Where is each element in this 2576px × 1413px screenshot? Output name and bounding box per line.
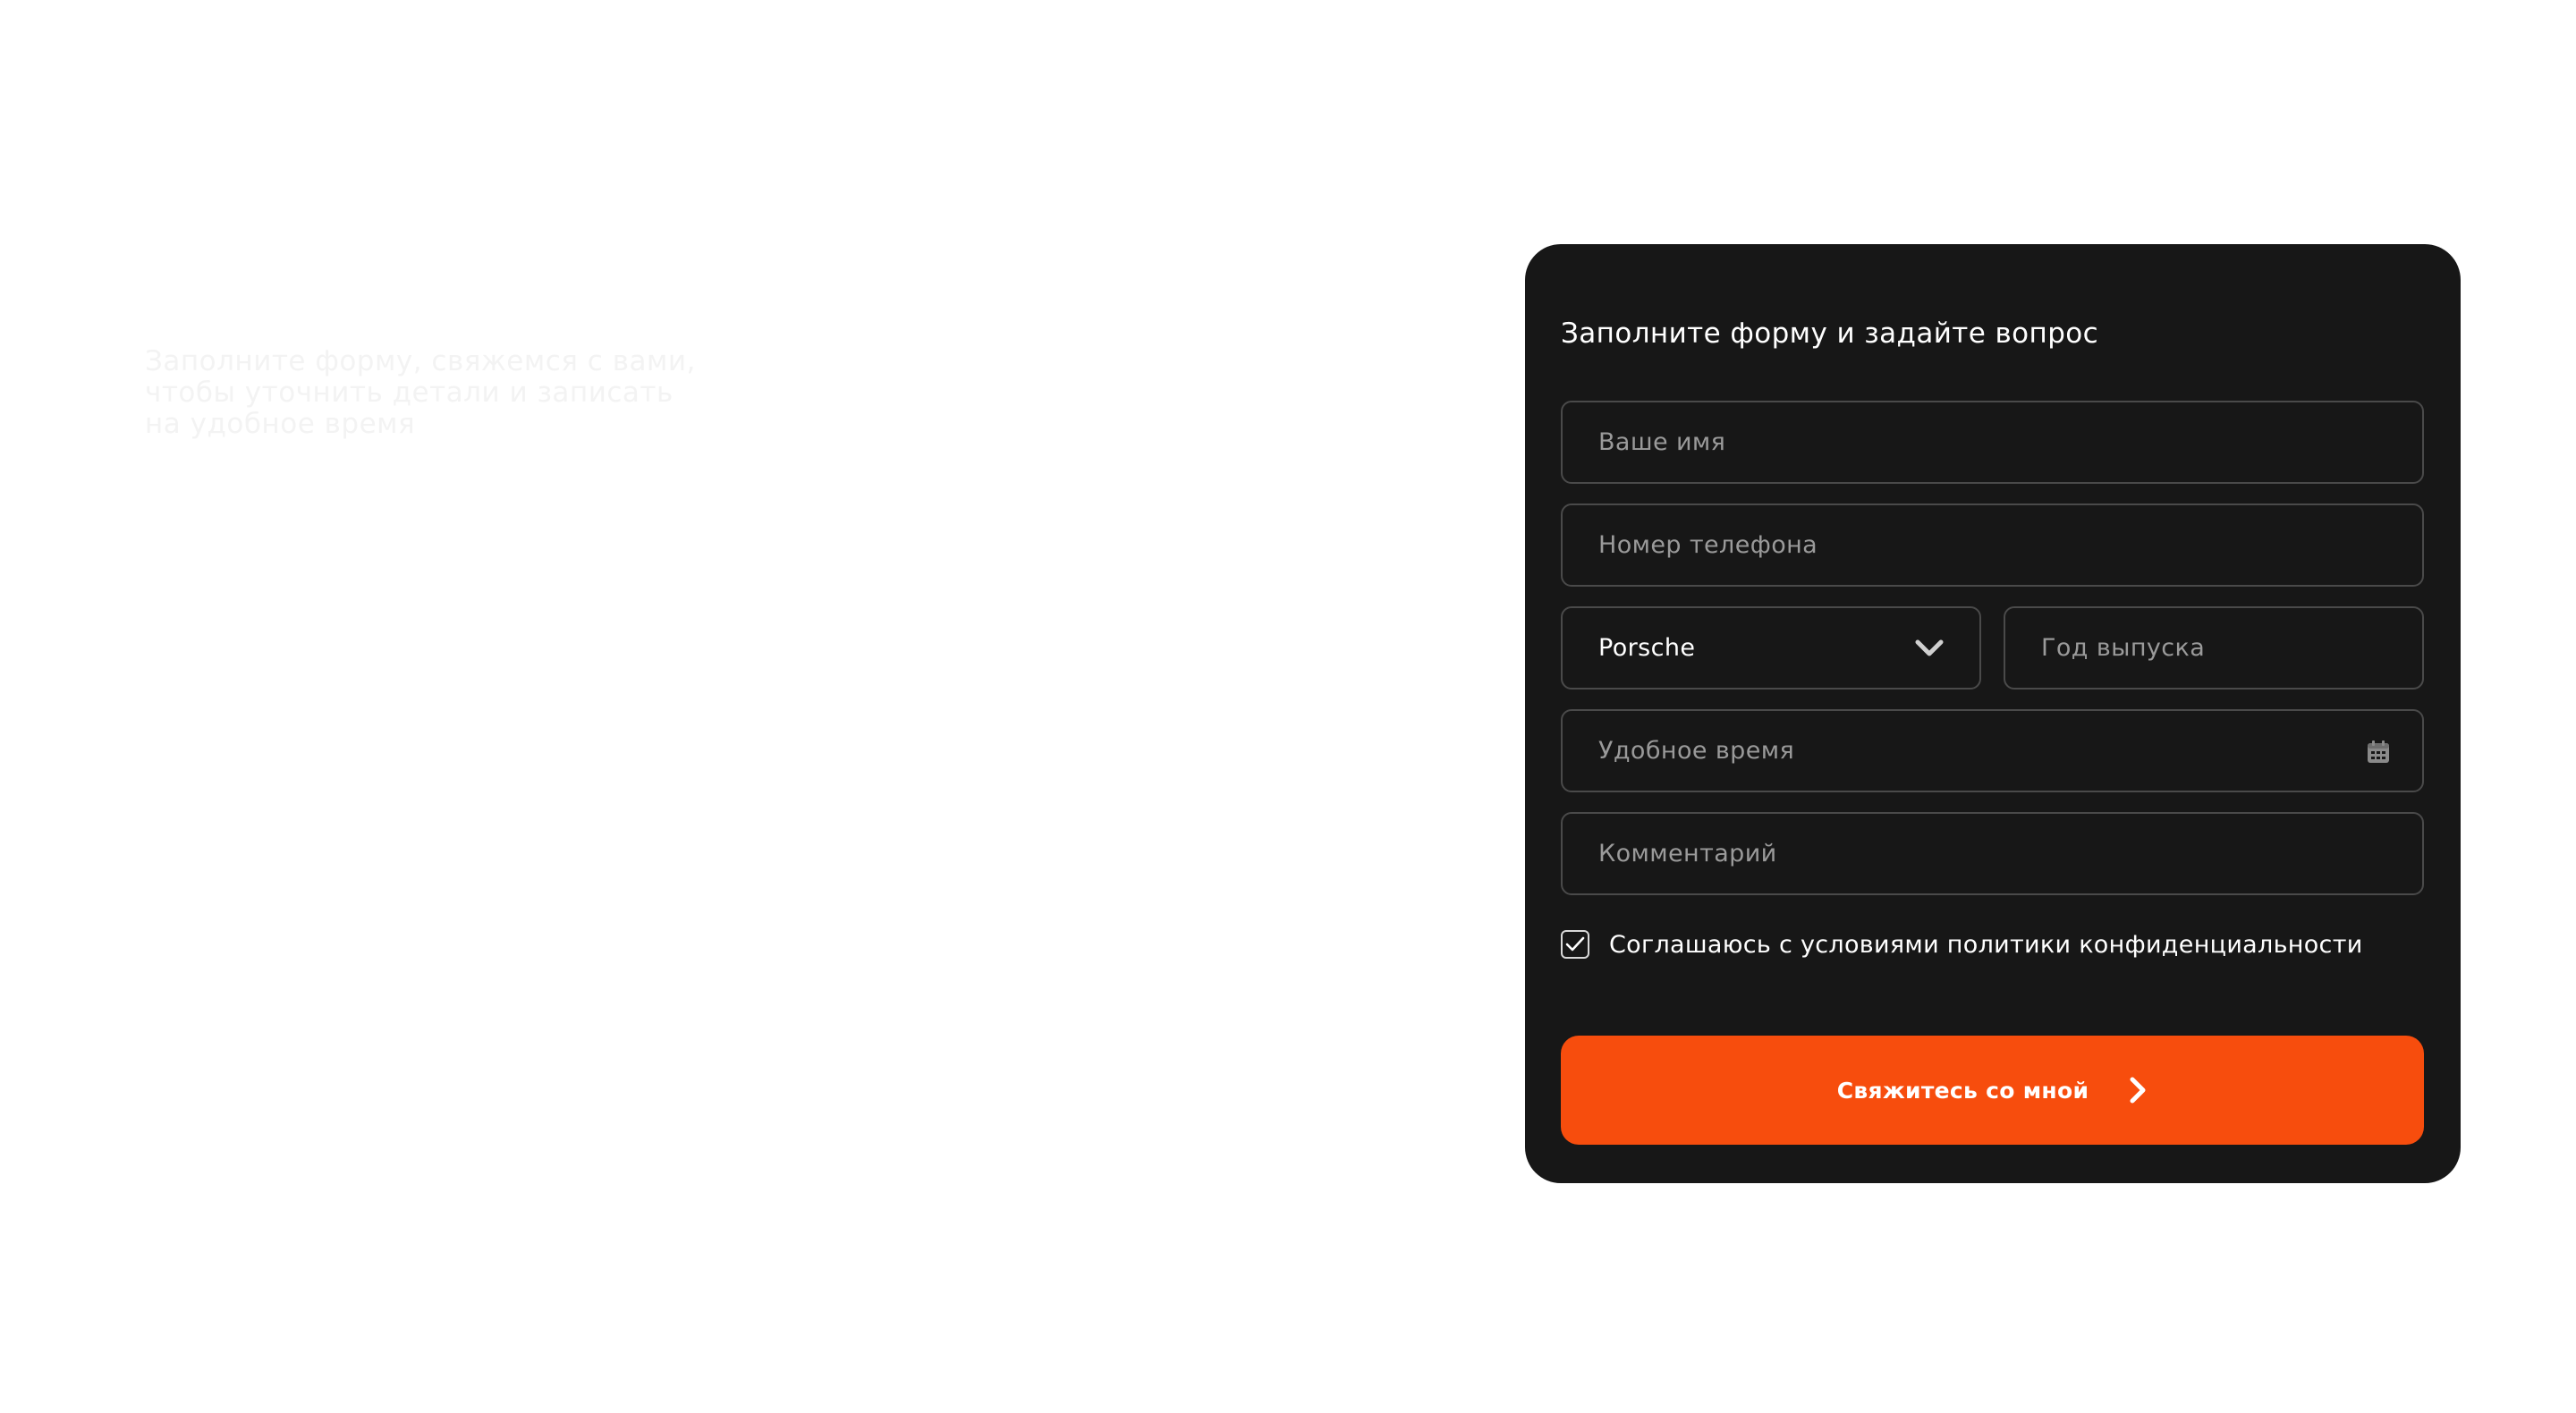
intro-line: на удобное время [145,408,416,440]
car-brand-value: Porsche [1598,634,1696,662]
chevron-right-icon [2130,1077,2146,1104]
car-brand-select[interactable]: Porsche [1561,606,1981,690]
contact-form-card: Заполните форму и задайте вопрос Ваше им… [1525,244,2461,1183]
contact-me-button-label: Свяжитесь со мной [1836,1077,2089,1104]
consent-checkbox[interactable] [1561,930,1589,959]
comment-field[interactable]: Комментарий [1561,812,2424,895]
time-field[interactable]: Удобное время [1561,709,2424,792]
phone-field-placeholder: Номер телефона [1598,531,1818,559]
name-field[interactable]: Ваше имя [1561,401,2424,484]
intro-text: Заполните форму, свяжемся с вами, чтобы … [145,346,807,440]
year-field-placeholder: Год выпуска [2041,634,2206,662]
checkmark-icon [1565,936,1585,952]
time-field-placeholder: Удобное время [1598,737,1795,765]
consent-label: Соглашаюсь с условиями политики конфиден… [1609,930,2363,959]
contact-me-button[interactable]: Свяжитесь со мной [1561,1036,2424,1145]
phone-field[interactable]: Номер телефона [1561,503,2424,587]
year-field[interactable]: Год выпуска [2004,606,2424,690]
form-title: Заполните форму и задайте вопрос [1561,317,2099,350]
name-field-placeholder: Ваше имя [1598,428,1726,456]
privacy-consent[interactable]: Соглашаюсь с условиями политики конфиден… [1561,930,2363,959]
comment-field-placeholder: Комментарий [1598,840,1777,867]
chevron-down-icon [1915,639,1944,656]
intro-line: чтобы уточнить детали и записать [145,377,674,409]
intro-line: Заполните форму, свяжемся с вами, [145,345,696,377]
calendar-icon[interactable] [2367,740,2390,764]
